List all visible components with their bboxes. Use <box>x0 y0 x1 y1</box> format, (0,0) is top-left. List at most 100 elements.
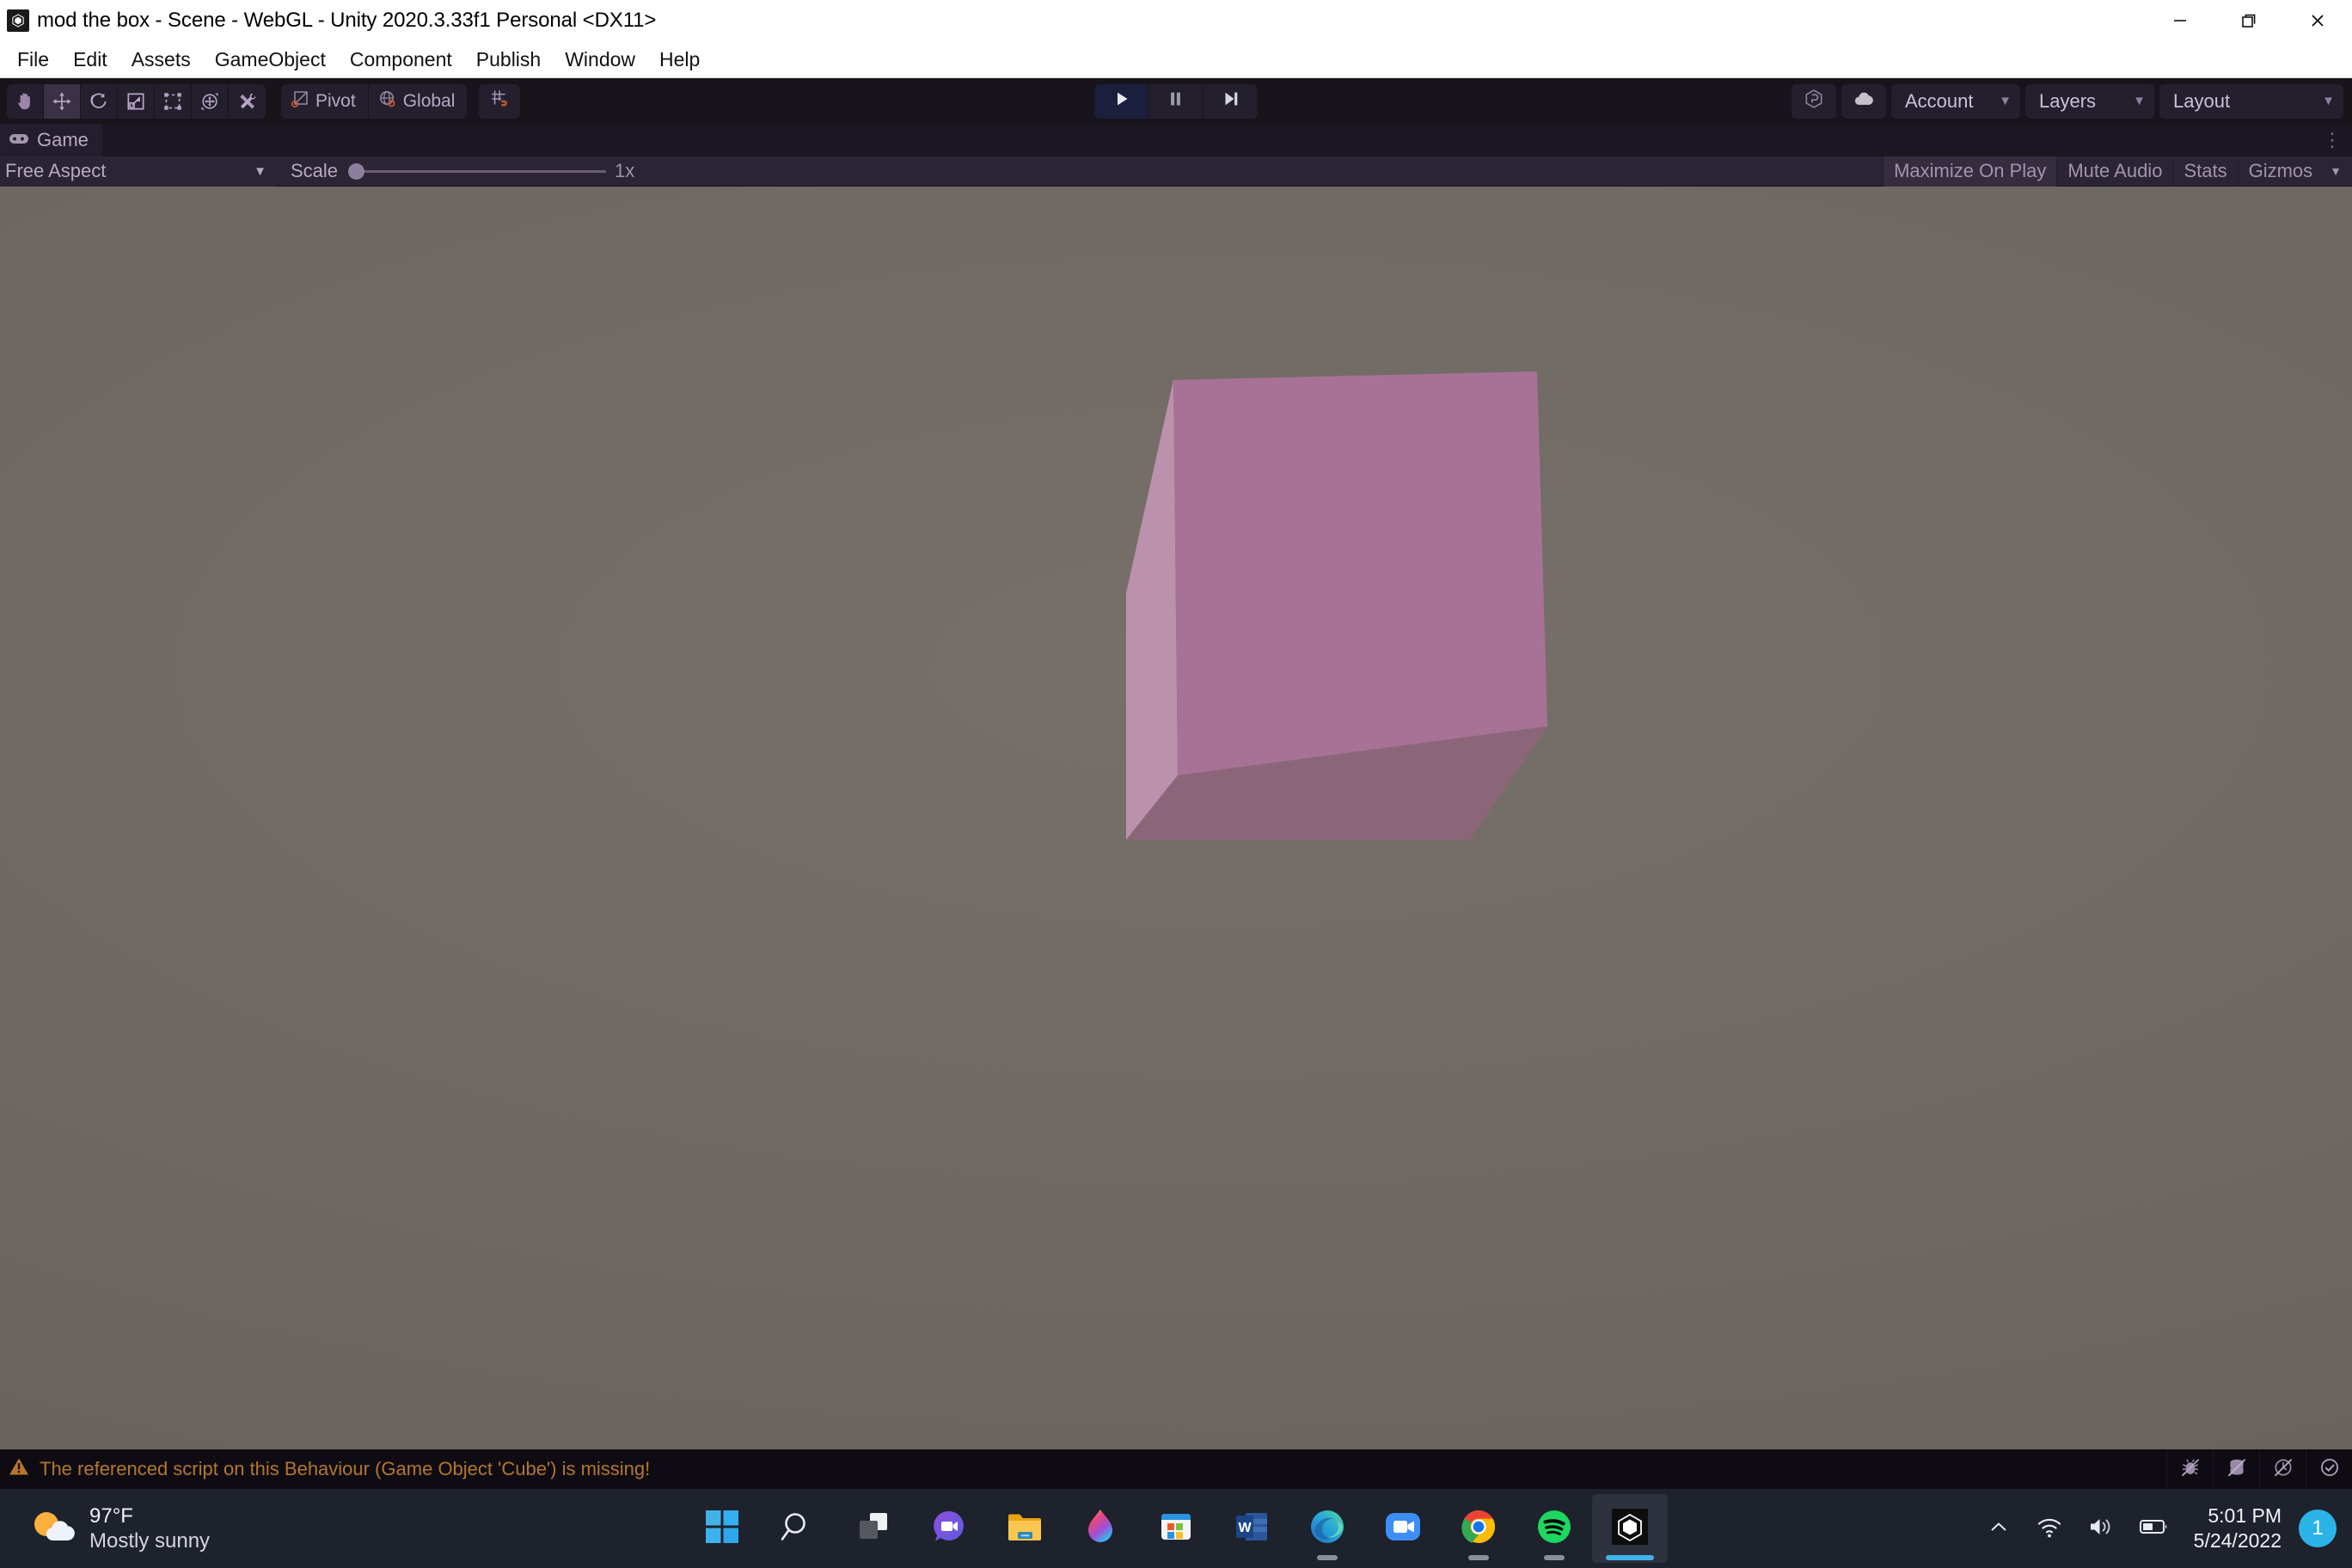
tray-overflow-button[interactable] <box>1974 1498 2024 1559</box>
game-view-toolbar: Free Aspect ▼ Scale 1x Maximize On Play … <box>0 156 2352 187</box>
menu-window[interactable]: Window <box>553 41 647 78</box>
transform-tool-button[interactable] <box>192 83 229 119</box>
sun-cloud-icon <box>28 1506 76 1552</box>
move-tool-button[interactable] <box>44 83 81 119</box>
grid-snap-button[interactable] <box>479 84 520 119</box>
step-button[interactable] <box>1204 84 1258 119</box>
pivot-rotation-button[interactable]: Global <box>369 84 468 119</box>
game-view-viewport[interactable] <box>0 187 2352 1449</box>
mute-audio-button[interactable]: Mute Audio <box>2056 156 2172 187</box>
zoom-button[interactable] <box>1365 1494 1441 1563</box>
play-button[interactable] <box>1094 83 1149 119</box>
chat-button[interactable] <box>911 1494 987 1563</box>
task-view-button[interactable] <box>836 1494 911 1563</box>
weather-widget[interactable]: 97°F Mostly sunny <box>28 1504 210 1554</box>
folder-icon <box>1006 1510 1044 1548</box>
chrome-icon <box>1460 1508 1498 1550</box>
pivot-mode-button[interactable]: Pivot <box>281 83 369 119</box>
pause-button[interactable] <box>1149 83 1204 119</box>
status-ok-icon <box>2318 1456 2341 1483</box>
task-view-icon <box>855 1509 891 1549</box>
weather-text: 97°F Mostly sunny <box>89 1504 210 1554</box>
status-ok-button[interactable] <box>2306 1449 2352 1489</box>
volume-button[interactable] <box>2075 1498 2127 1559</box>
status-message-area[interactable]: The referenced script on this Behaviour … <box>9 1457 650 1481</box>
debug-bug-off-button[interactable] <box>2166 1449 2213 1489</box>
menu-gameobject[interactable]: GameObject <box>203 41 338 78</box>
aspect-ratio-dropdown[interactable]: Free Aspect ▼ <box>0 156 275 187</box>
chevron-up-icon <box>1986 1514 2012 1544</box>
toolbar-right-group: Account ▼ Layers ▼ Layout ▼ <box>1792 83 2343 119</box>
rotate-tool-button[interactable] <box>81 83 118 119</box>
scale-value: 1x <box>615 160 635 181</box>
maximize-restore-button[interactable] <box>2214 0 2283 41</box>
microsoft-store-button[interactable] <box>1138 1494 1214 1563</box>
menu-publish[interactable]: Publish <box>464 41 553 78</box>
paint-icon <box>1083 1508 1118 1550</box>
unity-editor-window: mod the box - Scene - WebGL - Unity 2020… <box>0 0 2352 1568</box>
panel-tab-strip: Game ⋮ <box>0 124 2352 156</box>
word-icon: W <box>1234 1509 1269 1549</box>
globe-icon <box>377 89 398 114</box>
tab-game[interactable]: Game <box>0 124 102 156</box>
spotify-button[interactable] <box>1516 1494 1592 1563</box>
auto-refresh-off-button[interactable] <box>2259 1449 2306 1489</box>
scale-slider[interactable] <box>348 156 607 187</box>
window-controls <box>2146 0 2352 41</box>
layers-dropdown[interactable]: Layers ▼ <box>2025 83 2154 119</box>
clock-button[interactable]: 5:01 PM 5/24/2022 <box>2182 1498 2294 1559</box>
speaker-icon <box>2087 1514 2115 1544</box>
menu-edit[interactable]: Edit <box>61 41 119 78</box>
search-button[interactable] <box>760 1494 836 1563</box>
code-optimization-button[interactable] <box>2213 1449 2259 1489</box>
notification-badge[interactable]: 1 <box>2299 1510 2337 1547</box>
scale-label: Scale <box>291 160 339 181</box>
gizmos-dropdown-icon[interactable]: ▼ <box>2323 164 2352 178</box>
gizmos-button[interactable]: Gizmos <box>2237 156 2324 187</box>
edge-button[interactable] <box>1289 1494 1365 1563</box>
start-button[interactable] <box>684 1494 760 1563</box>
close-button[interactable] <box>2283 0 2352 41</box>
word-button[interactable]: W <box>1214 1494 1289 1563</box>
file-explorer-button[interactable] <box>987 1494 1063 1563</box>
chrome-button[interactable] <box>1441 1494 1516 1563</box>
game-view-toggles: Maximize On Play Mute Audio Stats Gizmos… <box>1883 156 2352 187</box>
scale-tool-button[interactable] <box>118 83 155 119</box>
scale-slider-thumb[interactable] <box>348 162 365 180</box>
cloud-button[interactable] <box>1841 83 1886 119</box>
wifi-button[interactable] <box>2024 1498 2075 1559</box>
maximize-on-play-button[interactable]: Maximize On Play <box>1883 156 2057 187</box>
menu-file[interactable]: File <box>5 41 61 78</box>
active-indicator <box>1606 1555 1654 1560</box>
menu-help[interactable]: Help <box>647 41 712 78</box>
minimize-button[interactable] <box>2146 0 2214 41</box>
chevron-down-icon: ▼ <box>2322 94 2335 108</box>
windows-taskbar: 97°F Mostly sunny W 5:01 PM 5/24/2022 1 <box>0 1489 2352 1568</box>
chevron-down-icon: ▼ <box>2133 94 2146 108</box>
menu-component[interactable]: Component <box>338 41 464 78</box>
paint-button[interactable] <box>1063 1494 1138 1563</box>
hand-tool-button[interactable] <box>7 83 44 119</box>
menu-assets[interactable]: Assets <box>119 41 203 78</box>
window-title: mod the box - Scene - WebGL - Unity 2020… <box>37 9 657 32</box>
collab-button[interactable] <box>1792 83 1836 119</box>
rect-transform-tool-button[interactable] <box>155 83 192 119</box>
custom-editor-tool-button[interactable] <box>229 84 266 119</box>
store-icon <box>1158 1509 1194 1549</box>
battery-button[interactable] <box>2127 1498 2182 1559</box>
account-dropdown[interactable]: Account ▼ <box>1891 83 2020 119</box>
weather-temperature: 97°F <box>89 1504 133 1528</box>
playback-controls <box>1094 83 1258 119</box>
pivot-mode-label: Pivot <box>315 90 356 111</box>
layout-dropdown[interactable]: Layout ▼ <box>2159 83 2343 119</box>
stats-button[interactable]: Stats <box>2172 156 2237 187</box>
menu-bar: File Edit Assets GameObject Component Pu… <box>0 41 2352 78</box>
warning-triangle-icon <box>9 1457 29 1481</box>
panel-menu-icon[interactable]: ⋮ <box>2312 131 2352 150</box>
unity-button[interactable] <box>1592 1494 1668 1563</box>
transform-icon <box>199 90 221 113</box>
unity-toolbar: Pivot Global Account ▼ Layers ▼ Layout ▼ <box>0 78 2352 124</box>
zoom-icon <box>1384 1508 1422 1550</box>
running-indicator <box>1317 1555 1338 1560</box>
grid-snap-icon <box>488 88 511 114</box>
